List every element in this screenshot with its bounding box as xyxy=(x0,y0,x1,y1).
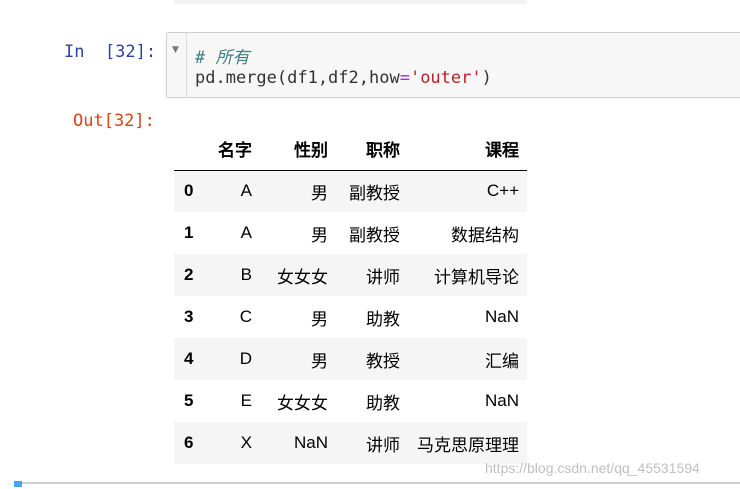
cell-name: E xyxy=(240,391,252,410)
next-cell-divider xyxy=(14,482,740,484)
table-row: 1 A 男 副教授 数据结构 xyxy=(174,212,527,254)
cell-name: A xyxy=(240,223,252,242)
watermark-text: https://blog.csdn.net/qq_45531594 xyxy=(485,460,700,476)
cell-name: B xyxy=(240,265,252,284)
row-index: 5 xyxy=(184,391,194,410)
row-index: 0 xyxy=(184,181,194,201)
cell-gender: 男 xyxy=(311,183,328,203)
row-index: 6 xyxy=(184,433,194,452)
table-header-row: 名字 性别 职称 课程 xyxy=(174,128,527,171)
index-header xyxy=(174,128,208,171)
selected-cell-marker[interactable] xyxy=(14,481,22,487)
code-merge-line: pd.merge(df1,df2,how='outer') xyxy=(195,68,492,88)
row-index: 1 xyxy=(184,223,194,242)
cell-title: 教授 xyxy=(366,351,400,371)
column-header-gender: 性别 xyxy=(260,128,336,171)
table-row: 0 A 男 副教授 C++ xyxy=(174,170,527,212)
cell-gender: 男 xyxy=(311,351,328,371)
cell-course: 汇编 xyxy=(485,351,519,371)
cell-gender: 男 xyxy=(311,225,328,245)
code-call: pd.merge(df1,df2,how xyxy=(195,68,400,88)
notebook-page: In [32]: ▼ # 所有 pd.merge(df1,df2,how='ou… xyxy=(0,0,740,489)
cell-course: 马克思原理理 xyxy=(417,435,519,455)
code-comment-line: # 所有 xyxy=(195,48,250,68)
cell-course: 计算机导论 xyxy=(434,267,519,287)
cell-course: NaN xyxy=(484,391,519,410)
table-row: 2 B 女女女 讲师 计算机导论 xyxy=(174,254,527,296)
cell-name: C xyxy=(239,307,252,326)
code-operator: = xyxy=(399,68,410,88)
code-cell-editor[interactable]: ▼ # 所有 pd.merge(df1,df2,how='outer') xyxy=(166,32,740,98)
column-header-course: 课程 xyxy=(408,128,527,171)
cell-course: C++ xyxy=(486,181,519,201)
cell-title: 讲师 xyxy=(366,435,400,455)
table-row: 6 X NaN 讲师 马克思原理理 xyxy=(174,422,527,464)
cell-gender: 女女女 xyxy=(277,267,328,287)
cell-title: 副教授 xyxy=(349,183,400,203)
cell-gender: 女女女 xyxy=(277,393,328,413)
cell-title: 助教 xyxy=(366,309,400,329)
table-row: 4 D 男 教授 汇编 xyxy=(174,338,527,380)
cell-title: 副教授 xyxy=(349,225,400,245)
output-prompt: Out[32]: xyxy=(73,111,155,131)
cell-title: 讲师 xyxy=(366,267,400,287)
dataframe-table: 名字 性别 职称 课程 0 A 男 副教授 C++ 1 A 男 副教授 数据结构 xyxy=(174,128,527,464)
row-index: 4 xyxy=(184,349,194,368)
table-row: 3 C 男 助教 NaN xyxy=(174,296,527,338)
column-header-title: 职称 xyxy=(336,128,408,171)
input-prompt: In [32]: xyxy=(64,42,157,62)
previous-output-remnant xyxy=(174,0,527,4)
fold-arrow-icon[interactable]: ▼ xyxy=(172,45,179,55)
row-index: 2 xyxy=(184,265,194,284)
column-header-name: 名字 xyxy=(208,128,260,171)
table-row: 5 E 女女女 助教 NaN xyxy=(174,380,527,422)
cell-title: 助教 xyxy=(366,393,400,413)
cell-course: 数据结构 xyxy=(451,225,519,245)
cell-name: X xyxy=(240,433,252,452)
cell-name: D xyxy=(239,349,252,368)
code-close-paren: ) xyxy=(481,68,492,88)
cell-name: A xyxy=(240,181,252,201)
code-gutter: ▼ xyxy=(167,33,187,97)
row-index: 3 xyxy=(184,307,194,326)
cell-gender: 男 xyxy=(311,309,328,329)
cell-course: NaN xyxy=(484,307,519,326)
code-string: 'outer' xyxy=(409,68,482,88)
cell-gender: NaN xyxy=(293,433,328,452)
